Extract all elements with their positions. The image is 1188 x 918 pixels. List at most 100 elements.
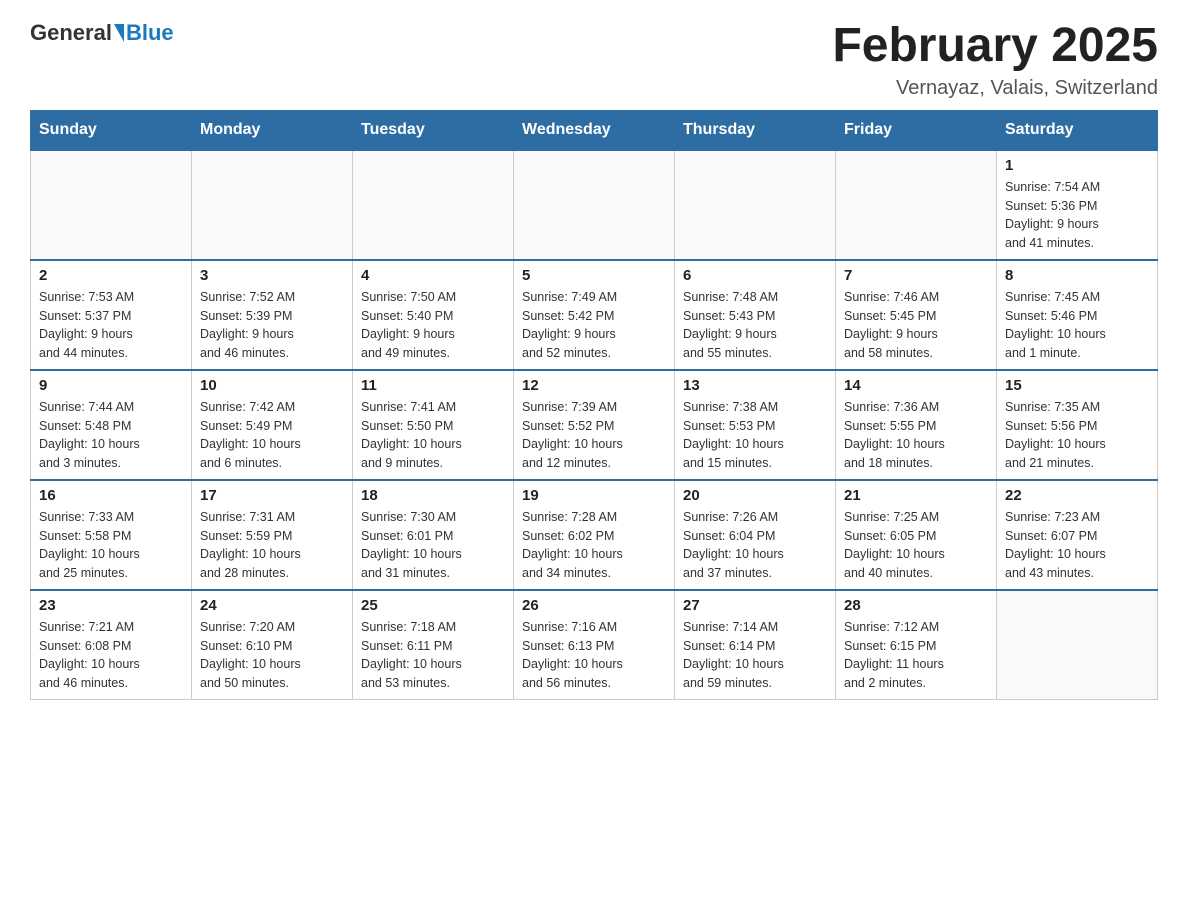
day-info: Sunrise: 7:33 AMSunset: 5:58 PMDaylight:… bbox=[39, 508, 183, 583]
calendar-day-cell bbox=[997, 590, 1158, 700]
calendar-day-cell: 21Sunrise: 7:25 AMSunset: 6:05 PMDayligh… bbox=[836, 480, 997, 590]
calendar-header-row: Sunday Monday Tuesday Wednesday Thursday… bbox=[31, 110, 1158, 150]
day-info: Sunrise: 7:30 AMSunset: 6:01 PMDaylight:… bbox=[361, 508, 505, 583]
calendar-day-cell: 11Sunrise: 7:41 AMSunset: 5:50 PMDayligh… bbox=[353, 370, 514, 480]
calendar-day-cell: 19Sunrise: 7:28 AMSunset: 6:02 PMDayligh… bbox=[514, 480, 675, 590]
calendar-day-cell: 1 Sunrise: 7:54 AMSunset: 5:36 PMDaylight… bbox=[997, 150, 1158, 260]
day-number: 27 bbox=[683, 597, 827, 614]
calendar-day-cell: 15 Sunrise: 7:35 AMSunset: 5:56 PMDayligh… bbox=[997, 370, 1158, 480]
day-info: Sunrise: 7:23 AMSunset: 6:07 PMDaylight:… bbox=[1005, 508, 1149, 583]
calendar-week-row: 9 Sunrise: 7:44 AMSunset: 5:48 PMDaylight… bbox=[31, 370, 1158, 480]
day-info: Sunrise: 7:42 AMSunset: 5:49 PMDaylight:… bbox=[200, 398, 344, 473]
day-number: 18 bbox=[361, 487, 505, 504]
calendar-day-cell: 5Sunrise: 7:49 AMSunset: 5:42 PMDaylight… bbox=[514, 260, 675, 370]
day-number: 17 bbox=[200, 487, 344, 504]
day-number: 6 bbox=[683, 267, 827, 284]
day-number: 25 bbox=[361, 597, 505, 614]
day-info: Sunrise: 7:54 AMSunset: 5:36 PMDaylight:… bbox=[1005, 178, 1149, 253]
day-number: 28 bbox=[844, 597, 988, 614]
calendar-day-cell: 16 Sunrise: 7:33 AMSunset: 5:58 PMDayligh… bbox=[31, 480, 192, 590]
day-info: Sunrise: 7:36 AMSunset: 5:55 PMDaylight:… bbox=[844, 398, 988, 473]
day-number: 7 bbox=[844, 267, 988, 284]
day-info: Sunrise: 7:26 AMSunset: 6:04 PMDaylight:… bbox=[683, 508, 827, 583]
logo-triangle-icon bbox=[114, 24, 124, 42]
day-number: 20 bbox=[683, 487, 827, 504]
col-sunday: Sunday bbox=[31, 110, 192, 150]
col-monday: Monday bbox=[192, 110, 353, 150]
day-number: 9 bbox=[39, 377, 183, 394]
col-friday: Friday bbox=[836, 110, 997, 150]
calendar-day-cell: 24 Sunrise: 7:20 AMSunset: 6:10 PMDayligh… bbox=[192, 590, 353, 700]
day-info: Sunrise: 7:52 AMSunset: 5:39 PMDaylight:… bbox=[200, 288, 344, 363]
calendar-week-row: 2 Sunrise: 7:53 AMSunset: 5:37 PMDaylight… bbox=[31, 260, 1158, 370]
calendar-title: February 2025 bbox=[832, 20, 1158, 73]
day-number: 12 bbox=[522, 377, 666, 394]
calendar-day-cell bbox=[836, 150, 997, 260]
day-info: Sunrise: 7:31 AMSunset: 5:59 PMDaylight:… bbox=[200, 508, 344, 583]
day-info: Sunrise: 7:12 AMSunset: 6:15 PMDaylight:… bbox=[844, 618, 988, 693]
day-number: 15 bbox=[1005, 377, 1149, 394]
day-number: 14 bbox=[844, 377, 988, 394]
calendar-day-cell bbox=[514, 150, 675, 260]
calendar-day-cell bbox=[675, 150, 836, 260]
calendar-week-row: 16 Sunrise: 7:33 AMSunset: 5:58 PMDayligh… bbox=[31, 480, 1158, 590]
day-info: Sunrise: 7:14 AMSunset: 6:14 PMDaylight:… bbox=[683, 618, 827, 693]
day-info: Sunrise: 7:39 AMSunset: 5:52 PMDaylight:… bbox=[522, 398, 666, 473]
col-saturday: Saturday bbox=[997, 110, 1158, 150]
day-info: Sunrise: 7:53 AMSunset: 5:37 PMDaylight:… bbox=[39, 288, 183, 363]
calendar-day-cell: 28 Sunrise: 7:12 AMSunset: 6:15 PMDayligh… bbox=[836, 590, 997, 700]
day-info: Sunrise: 7:46 AMSunset: 5:45 PMDaylight:… bbox=[844, 288, 988, 363]
day-number: 3 bbox=[200, 267, 344, 284]
calendar-day-cell bbox=[192, 150, 353, 260]
day-number: 24 bbox=[200, 597, 344, 614]
day-info: Sunrise: 7:50 AMSunset: 5:40 PMDaylight:… bbox=[361, 288, 505, 363]
calendar-subtitle: Vernayaz, Valais, Switzerland bbox=[832, 77, 1158, 100]
day-info: Sunrise: 7:21 AMSunset: 6:08 PMDaylight:… bbox=[39, 618, 183, 693]
day-info: Sunrise: 7:35 AMSunset: 5:56 PMDaylight:… bbox=[1005, 398, 1149, 473]
calendar-day-cell: 2 Sunrise: 7:53 AMSunset: 5:37 PMDaylight… bbox=[31, 260, 192, 370]
day-number: 16 bbox=[39, 487, 183, 504]
col-tuesday: Tuesday bbox=[353, 110, 514, 150]
logo: General Blue bbox=[30, 20, 174, 46]
calendar-day-cell: 25 Sunrise: 7:18 AMSunset: 6:11 PMDayligh… bbox=[353, 590, 514, 700]
day-info: Sunrise: 7:44 AMSunset: 5:48 PMDaylight:… bbox=[39, 398, 183, 473]
day-info: Sunrise: 7:38 AMSunset: 5:53 PMDaylight:… bbox=[683, 398, 827, 473]
logo-general-text: General bbox=[30, 20, 112, 46]
day-number: 13 bbox=[683, 377, 827, 394]
day-number: 19 bbox=[522, 487, 666, 504]
calendar-day-cell: 10Sunrise: 7:42 AMSunset: 5:49 PMDayligh… bbox=[192, 370, 353, 480]
day-info: Sunrise: 7:16 AMSunset: 6:13 PMDaylight:… bbox=[522, 618, 666, 693]
day-info: Sunrise: 7:45 AMSunset: 5:46 PMDaylight:… bbox=[1005, 288, 1149, 363]
calendar-day-cell bbox=[31, 150, 192, 260]
calendar-day-cell: 8Sunrise: 7:45 AMSunset: 5:46 PMDaylight… bbox=[997, 260, 1158, 370]
day-number: 21 bbox=[844, 487, 988, 504]
day-number: 26 bbox=[522, 597, 666, 614]
day-number: 23 bbox=[39, 597, 183, 614]
calendar-day-cell: 13 Sunrise: 7:38 AMSunset: 5:53 PMDayligh… bbox=[675, 370, 836, 480]
day-info: Sunrise: 7:48 AMSunset: 5:43 PMDaylight:… bbox=[683, 288, 827, 363]
calendar-day-cell: 18 Sunrise: 7:30 AMSunset: 6:01 PMDayligh… bbox=[353, 480, 514, 590]
day-number: 5 bbox=[522, 267, 666, 284]
day-info: Sunrise: 7:18 AMSunset: 6:11 PMDaylight:… bbox=[361, 618, 505, 693]
day-number: 2 bbox=[39, 267, 183, 284]
calendar-day-cell: 22Sunrise: 7:23 AMSunset: 6:07 PMDayligh… bbox=[997, 480, 1158, 590]
calendar-day-cell: 3 Sunrise: 7:52 AMSunset: 5:39 PMDaylight… bbox=[192, 260, 353, 370]
day-info: Sunrise: 7:41 AMSunset: 5:50 PMDaylight:… bbox=[361, 398, 505, 473]
calendar-day-cell: 27 Sunrise: 7:14 AMSunset: 6:14 PMDayligh… bbox=[675, 590, 836, 700]
col-wednesday: Wednesday bbox=[514, 110, 675, 150]
calendar-day-cell: 26 Sunrise: 7:16 AMSunset: 6:13 PMDayligh… bbox=[514, 590, 675, 700]
calendar-day-cell: 7 Sunrise: 7:46 AMSunset: 5:45 PMDaylight… bbox=[836, 260, 997, 370]
page-header: General Blue February 2025 Vernayaz, Val… bbox=[30, 20, 1158, 100]
calendar-day-cell: 17 Sunrise: 7:31 AMSunset: 5:59 PMDayligh… bbox=[192, 480, 353, 590]
calendar-day-cell: 4Sunrise: 7:50 AMSunset: 5:40 PMDaylight… bbox=[353, 260, 514, 370]
calendar-day-cell: 20 Sunrise: 7:26 AMSunset: 6:04 PMDayligh… bbox=[675, 480, 836, 590]
calendar-day-cell: 12 Sunrise: 7:39 AMSunset: 5:52 PMDayligh… bbox=[514, 370, 675, 480]
calendar-week-row: 23 Sunrise: 7:21 AMSunset: 6:08 PMDayligh… bbox=[31, 590, 1158, 700]
calendar-day-cell: 9 Sunrise: 7:44 AMSunset: 5:48 PMDaylight… bbox=[31, 370, 192, 480]
calendar-day-cell: 23 Sunrise: 7:21 AMSunset: 6:08 PMDayligh… bbox=[31, 590, 192, 700]
calendar-table: Sunday Monday Tuesday Wednesday Thursday… bbox=[30, 110, 1158, 700]
day-number: 1 bbox=[1005, 157, 1149, 174]
col-thursday: Thursday bbox=[675, 110, 836, 150]
calendar-week-row: 1 Sunrise: 7:54 AMSunset: 5:36 PMDaylight… bbox=[31, 150, 1158, 260]
day-info: Sunrise: 7:20 AMSunset: 6:10 PMDaylight:… bbox=[200, 618, 344, 693]
